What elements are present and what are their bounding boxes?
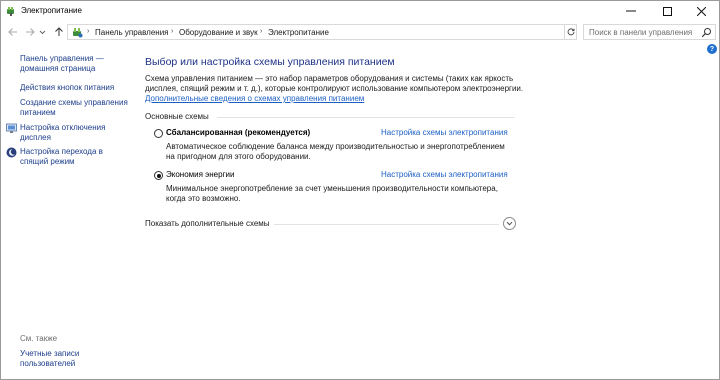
arrow-up-icon bbox=[55, 27, 63, 36]
chevron-down-icon bbox=[39, 30, 46, 34]
sidebar-link-create-plan[interactable]: Создание схемы управления питанием bbox=[20, 98, 128, 117]
maximize-button[interactable] bbox=[651, 1, 683, 21]
sidebar: Панель управления — домашняя страница Де… bbox=[1, 43, 131, 379]
plan-balanced-label[interactable]: Сбалансированная (рекомендуется) bbox=[166, 128, 310, 137]
navigation-bar: › Панель управления › Оборудование и зву… bbox=[1, 22, 719, 42]
plan-power-saver-settings-link[interactable]: Настройка схемы электропитания bbox=[381, 170, 508, 179]
show-additional-plans-row[interactable]: Показать дополнительные схемы bbox=[145, 217, 517, 231]
see-also-heading: См. также bbox=[20, 334, 58, 343]
minimize-button[interactable] bbox=[615, 1, 647, 21]
plan-balanced-radio[interactable] bbox=[154, 129, 163, 138]
breadcrumb-power-options[interactable]: Электропитание bbox=[268, 28, 329, 37]
sidebar-link-user-accounts[interactable]: Учетные записи пользователей bbox=[20, 349, 128, 368]
more-divider bbox=[267, 224, 499, 225]
expand-button[interactable] bbox=[503, 217, 516, 230]
show-additional-plans-label[interactable]: Показать дополнительные схемы bbox=[145, 219, 274, 228]
search-icon bbox=[701, 28, 711, 38]
intro-text: Схема управления питанием — это набор па… bbox=[145, 74, 524, 93]
close-button[interactable] bbox=[685, 1, 717, 21]
arrow-right-icon bbox=[26, 28, 35, 36]
plan-power-saver-radio[interactable] bbox=[154, 171, 163, 180]
breadcrumb-control-panel[interactable]: Панель управления bbox=[95, 28, 169, 37]
plan-power-saver-label[interactable]: Экономия энергии bbox=[166, 170, 234, 179]
sidebar-link-display-off[interactable]: Настройка отключения дисплея bbox=[20, 123, 128, 142]
display-off-icon bbox=[6, 123, 17, 133]
recent-locations-button[interactable] bbox=[38, 25, 47, 39]
forward-button[interactable] bbox=[23, 25, 37, 39]
maximize-icon bbox=[662, 6, 672, 16]
up-button[interactable] bbox=[52, 25, 66, 39]
group-title: Основные схемы bbox=[145, 112, 213, 121]
search-input[interactable]: Поиск в панели управления bbox=[589, 28, 692, 37]
chevron-down-icon bbox=[506, 221, 513, 226]
learn-more-link[interactable]: Дополнительные сведения о схемах управле… bbox=[145, 94, 364, 103]
power-options-app-icon bbox=[7, 7, 14, 16]
refresh-icon bbox=[567, 28, 574, 36]
sidebar-link-sleep[interactable]: Настройка перехода в спящий режим bbox=[20, 147, 128, 166]
sleep-moon-icon bbox=[6, 147, 17, 158]
minimize-icon bbox=[626, 10, 636, 12]
arrow-left-icon bbox=[8, 28, 17, 36]
group-divider bbox=[217, 117, 515, 118]
address-bar[interactable]: › Панель управления › Оборудование и зву… bbox=[67, 24, 626, 40]
window-title: Электропитание bbox=[21, 6, 82, 15]
back-button[interactable] bbox=[6, 25, 20, 39]
sidebar-link-power-buttons[interactable]: Действия кнопок питания bbox=[20, 83, 128, 93]
search-box[interactable]: Поиск в панели управления bbox=[583, 24, 716, 40]
breadcrumb-separator: › bbox=[87, 28, 90, 35]
breadcrumb-separator: › bbox=[171, 28, 174, 35]
breadcrumb-hardware-and-sound[interactable]: Оборудование и звук bbox=[179, 28, 258, 37]
sidebar-link-control-panel-home[interactable]: Панель управления — домашняя страница bbox=[20, 54, 128, 73]
power-options-window: Электропитание › Панель управления › Обо… bbox=[0, 0, 720, 380]
close-icon bbox=[696, 6, 706, 16]
title-bar: Электропитание bbox=[1, 1, 719, 21]
refresh-button[interactable] bbox=[565, 24, 577, 40]
plan-balanced-settings-link[interactable]: Настройка схемы электропитания bbox=[381, 128, 508, 137]
control-panel-icon bbox=[73, 28, 83, 38]
preferred-plans-header: Основные схемы bbox=[145, 112, 515, 122]
page-title: Выбор или настройка схемы управления пит… bbox=[145, 56, 395, 68]
plan-power-saver-description: Минимальное энергопотребление за счет ум… bbox=[166, 184, 498, 203]
help-button[interactable]: ? bbox=[707, 44, 717, 54]
plan-balanced-description: Автоматическое соблюдение баланса между … bbox=[166, 142, 505, 161]
breadcrumb-separator: › bbox=[260, 28, 263, 35]
